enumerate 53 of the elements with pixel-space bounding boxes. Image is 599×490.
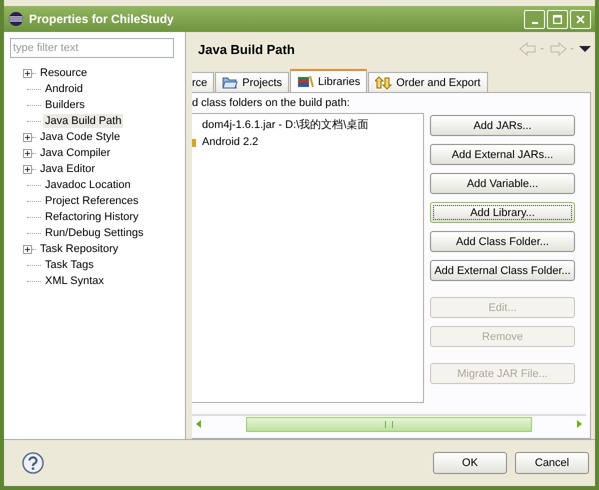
- expand-icon[interactable]: [23, 244, 32, 254]
- library-entry[interactable]: dom4j-1.6.1.jar - D:\我的文档\桌面: [198, 117, 368, 132]
- scroll-right-icon[interactable]: [576, 420, 582, 428]
- minimize-icon: [532, 22, 538, 24]
- tree-item[interactable]: Task Repository: [38, 242, 120, 256]
- menu-icon[interactable]: [579, 45, 591, 53]
- close-button[interactable]: [570, 10, 591, 28]
- tree-item[interactable]: Resource: [38, 66, 90, 80]
- tab[interactable]: Order and Export: [368, 72, 488, 92]
- action-button[interactable]: Add JARs...: [430, 115, 575, 136]
- library-entry[interactable]: Android 2.2: [198, 136, 258, 148]
- tree-item[interactable]: Java Build Path: [43, 114, 124, 128]
- tree-item[interactable]: Project References: [43, 194, 141, 208]
- action-button[interactable]: Add Variable...: [430, 173, 575, 194]
- maximize-button[interactable]: [547, 10, 568, 28]
- horizontal-scrollbar[interactable]: [192, 414, 586, 432]
- tree-item[interactable]: Java Editor: [38, 162, 98, 176]
- scroll-left-icon[interactable]: [196, 420, 202, 428]
- tab[interactable]: Libraries: [290, 69, 368, 92]
- tab[interactable]: Projects: [215, 72, 290, 92]
- help-icon[interactable]: [22, 452, 44, 474]
- back-arrow-icon[interactable]: [519, 42, 545, 56]
- page-title: Java Build Path: [198, 42, 295, 56]
- action-button[interactable]: Add Class Folder...: [430, 231, 575, 252]
- maximize-icon: [553, 14, 562, 24]
- expand-icon[interactable]: [23, 148, 32, 158]
- expand-icon[interactable]: [23, 132, 32, 142]
- tree-item[interactable]: Javadoc Location: [43, 178, 133, 192]
- tree-item[interactable]: XML Syntax: [43, 274, 106, 288]
- close-icon: [576, 14, 585, 24]
- tree-item[interactable]: Run/Debug Settings: [43, 226, 146, 240]
- tree-item[interactable]: Refactoring History: [43, 210, 141, 224]
- tree-item[interactable]: Java Code Style: [38, 130, 122, 144]
- ok-button[interactable]: OK: [433, 452, 507, 474]
- tree-item[interactable]: Android: [43, 82, 85, 96]
- tree-item[interactable]: Java Compiler: [38, 146, 112, 160]
- tree-item[interactable]: Task Tags: [43, 258, 96, 272]
- list-caption: d class folders on the build path:: [192, 97, 351, 111]
- expand-icon[interactable]: [23, 164, 32, 174]
- tab[interactable]: rce: [192, 72, 214, 92]
- minimize-button[interactable]: [524, 10, 545, 28]
- action-button[interactable]: Add External Class Folder...: [430, 260, 575, 281]
- action-button[interactable]: Add Library...: [430, 202, 575, 223]
- cancel-button[interactable]: Cancel: [515, 452, 589, 474]
- globe-icon: [8, 11, 24, 27]
- filter-field[interactable]: type filter text: [10, 38, 174, 58]
- action-button[interactable]: Add External JARs...: [430, 144, 575, 165]
- tree-item[interactable]: Builders: [43, 98, 87, 112]
- window-title: Properties for ChileStudy: [29, 12, 175, 26]
- books-icon: [297, 75, 314, 88]
- expand-icon[interactable]: [23, 68, 32, 78]
- folder-icon: [222, 76, 238, 89]
- up-down-arrows-icon: [375, 76, 392, 90]
